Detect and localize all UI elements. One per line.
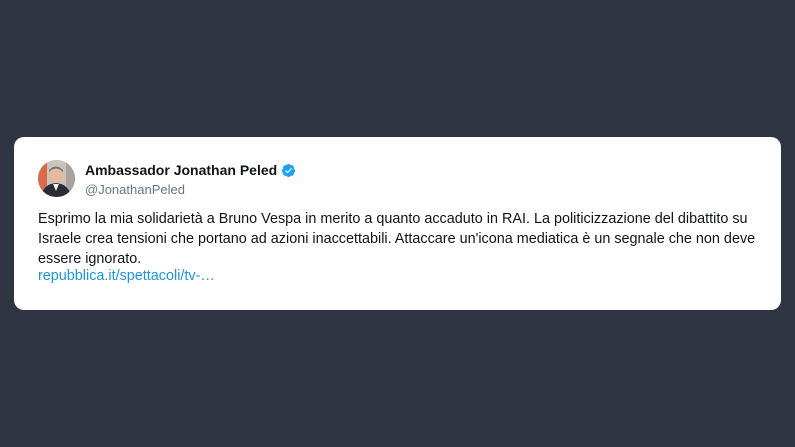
author-handle[interactable]: @JonathanPeled [85,182,296,198]
name-row: Ambassador Jonathan Peled [85,161,296,179]
author-name[interactable]: Ambassador Jonathan Peled [85,161,277,179]
verified-badge-icon [281,163,296,178]
tweet-header: Ambassador Jonathan Peled @JonathanPeled [85,161,296,198]
tweet-text: Esprimo la mia solidarietà a Bruno Vespa… [38,211,756,267]
tweet-card[interactable]: Ambassador Jonathan Peled @JonathanPeled… [14,137,781,310]
avatar[interactable] [38,160,75,197]
tweet-link[interactable]: repubblica.it/spettacoli/tv-… [38,266,215,286]
